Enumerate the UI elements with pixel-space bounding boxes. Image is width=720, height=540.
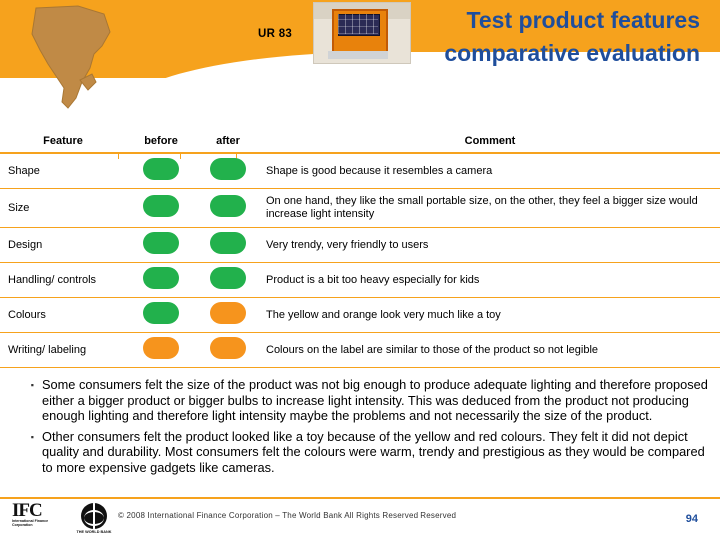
page-number: 94 bbox=[685, 513, 698, 525]
bullet-marker-icon: ▪ bbox=[30, 380, 34, 390]
rating-dot-green bbox=[210, 158, 246, 180]
cell-before-rating bbox=[126, 262, 196, 298]
list-item: ▪ Some consumers felt the size of the pr… bbox=[0, 377, 712, 424]
table-row: Shape Shape is good because it resembles… bbox=[0, 153, 720, 189]
cell-after-rating bbox=[196, 262, 260, 298]
slide-footer: IFC International Finance Corporation TH… bbox=[0, 500, 720, 540]
cell-feature: Design bbox=[0, 227, 126, 263]
cell-after-rating bbox=[196, 227, 260, 263]
cell-comment: Very trendy, very friendly to users bbox=[260, 227, 720, 263]
rating-dot-orange bbox=[210, 337, 246, 359]
cell-before-rating bbox=[126, 188, 196, 228]
list-item: ▪ Other consumers felt the product looke… bbox=[0, 429, 712, 476]
rating-dot-green bbox=[210, 267, 246, 289]
ifc-logo: IFC International Finance Corporation bbox=[12, 500, 72, 538]
world-bank-label: THE WORLD BANK bbox=[76, 530, 112, 534]
column-header-before: before bbox=[126, 130, 196, 154]
cell-feature: Shape bbox=[0, 153, 126, 189]
rating-dot-green bbox=[210, 232, 246, 254]
ifc-wordmark: IFC bbox=[12, 500, 43, 521]
rating-dot-green bbox=[143, 158, 179, 180]
column-header-feature: Feature bbox=[0, 130, 126, 154]
cell-after-rating bbox=[196, 153, 260, 189]
cell-feature: Writing/ labeling bbox=[0, 332, 126, 368]
cell-comment: On one hand, they like the small portabl… bbox=[260, 188, 720, 228]
table-row: Design Very trendy, very friendly to use… bbox=[0, 227, 720, 263]
cell-comment: Shape is good because it resembles a cam… bbox=[260, 153, 720, 189]
cell-before-rating bbox=[126, 153, 196, 189]
column-header-after: after bbox=[196, 130, 260, 154]
findings-list: ▪ Some consumers felt the size of the pr… bbox=[0, 377, 712, 480]
cell-comment: Colours on the label are similar to thos… bbox=[260, 332, 720, 368]
table-header-row: Feature before after Comment bbox=[0, 130, 720, 154]
table-body: Shape Shape is good because it resembles… bbox=[0, 153, 720, 368]
ifc-sublabel: International Finance Corporation bbox=[12, 519, 49, 528]
cell-comment: The yellow and orange look very much lik… bbox=[260, 297, 720, 333]
copyright-text: © 2008 International Finance Corporation… bbox=[118, 511, 456, 520]
cell-before-rating bbox=[126, 332, 196, 368]
cell-feature: Handling/ controls bbox=[0, 262, 126, 298]
cell-before-rating bbox=[126, 297, 196, 333]
cell-feature: Colours bbox=[0, 297, 126, 333]
cell-after-rating bbox=[196, 188, 260, 228]
rating-dot-green bbox=[143, 232, 179, 254]
world-bank-logo: THE WORLD BANK bbox=[76, 503, 112, 537]
cell-comment: Product is a bit too heavy especially fo… bbox=[260, 262, 720, 298]
column-header-comment: Comment bbox=[260, 130, 720, 154]
page-title: Test product features comparative evalua… bbox=[260, 4, 700, 70]
rating-dot-green bbox=[143, 267, 179, 289]
cell-before-rating bbox=[126, 227, 196, 263]
slide-header: UR 83 Test product features comparative … bbox=[0, 0, 720, 118]
features-table: Feature before after Comment Shape Shape… bbox=[0, 130, 720, 368]
bullet-marker-icon: ▪ bbox=[30, 431, 34, 442]
globe-icon bbox=[81, 503, 107, 529]
table-row: Colours The yellow and orange look very … bbox=[0, 297, 720, 333]
cell-feature: Size bbox=[0, 188, 126, 228]
bullet-text: Other consumers felt the product looked … bbox=[42, 428, 705, 475]
table-row: Writing/ labeling Colours on the label a… bbox=[0, 332, 720, 368]
rights-reserved: Reserved bbox=[420, 511, 457, 520]
cell-after-rating bbox=[196, 332, 260, 368]
footer-divider bbox=[0, 497, 720, 499]
rating-dot-orange bbox=[210, 302, 246, 324]
title-line-1: Test product features bbox=[466, 7, 700, 33]
table-row: Size On one hand, they like the small po… bbox=[0, 188, 720, 228]
table-row: Handling/ controls Product is a bit too … bbox=[0, 262, 720, 298]
bullet-text: Some consumers felt the size of the prod… bbox=[42, 377, 708, 423]
rating-dot-green bbox=[143, 195, 179, 217]
rating-dot-green bbox=[210, 195, 246, 217]
title-line-2: comparative evaluation bbox=[444, 40, 700, 66]
rating-dot-orange bbox=[143, 337, 179, 359]
cell-after-rating bbox=[196, 297, 260, 333]
rating-dot-green bbox=[143, 302, 179, 324]
africa-map-icon bbox=[31, 5, 111, 109]
copyright-line: © 2008 International Finance Corporation… bbox=[118, 511, 419, 520]
